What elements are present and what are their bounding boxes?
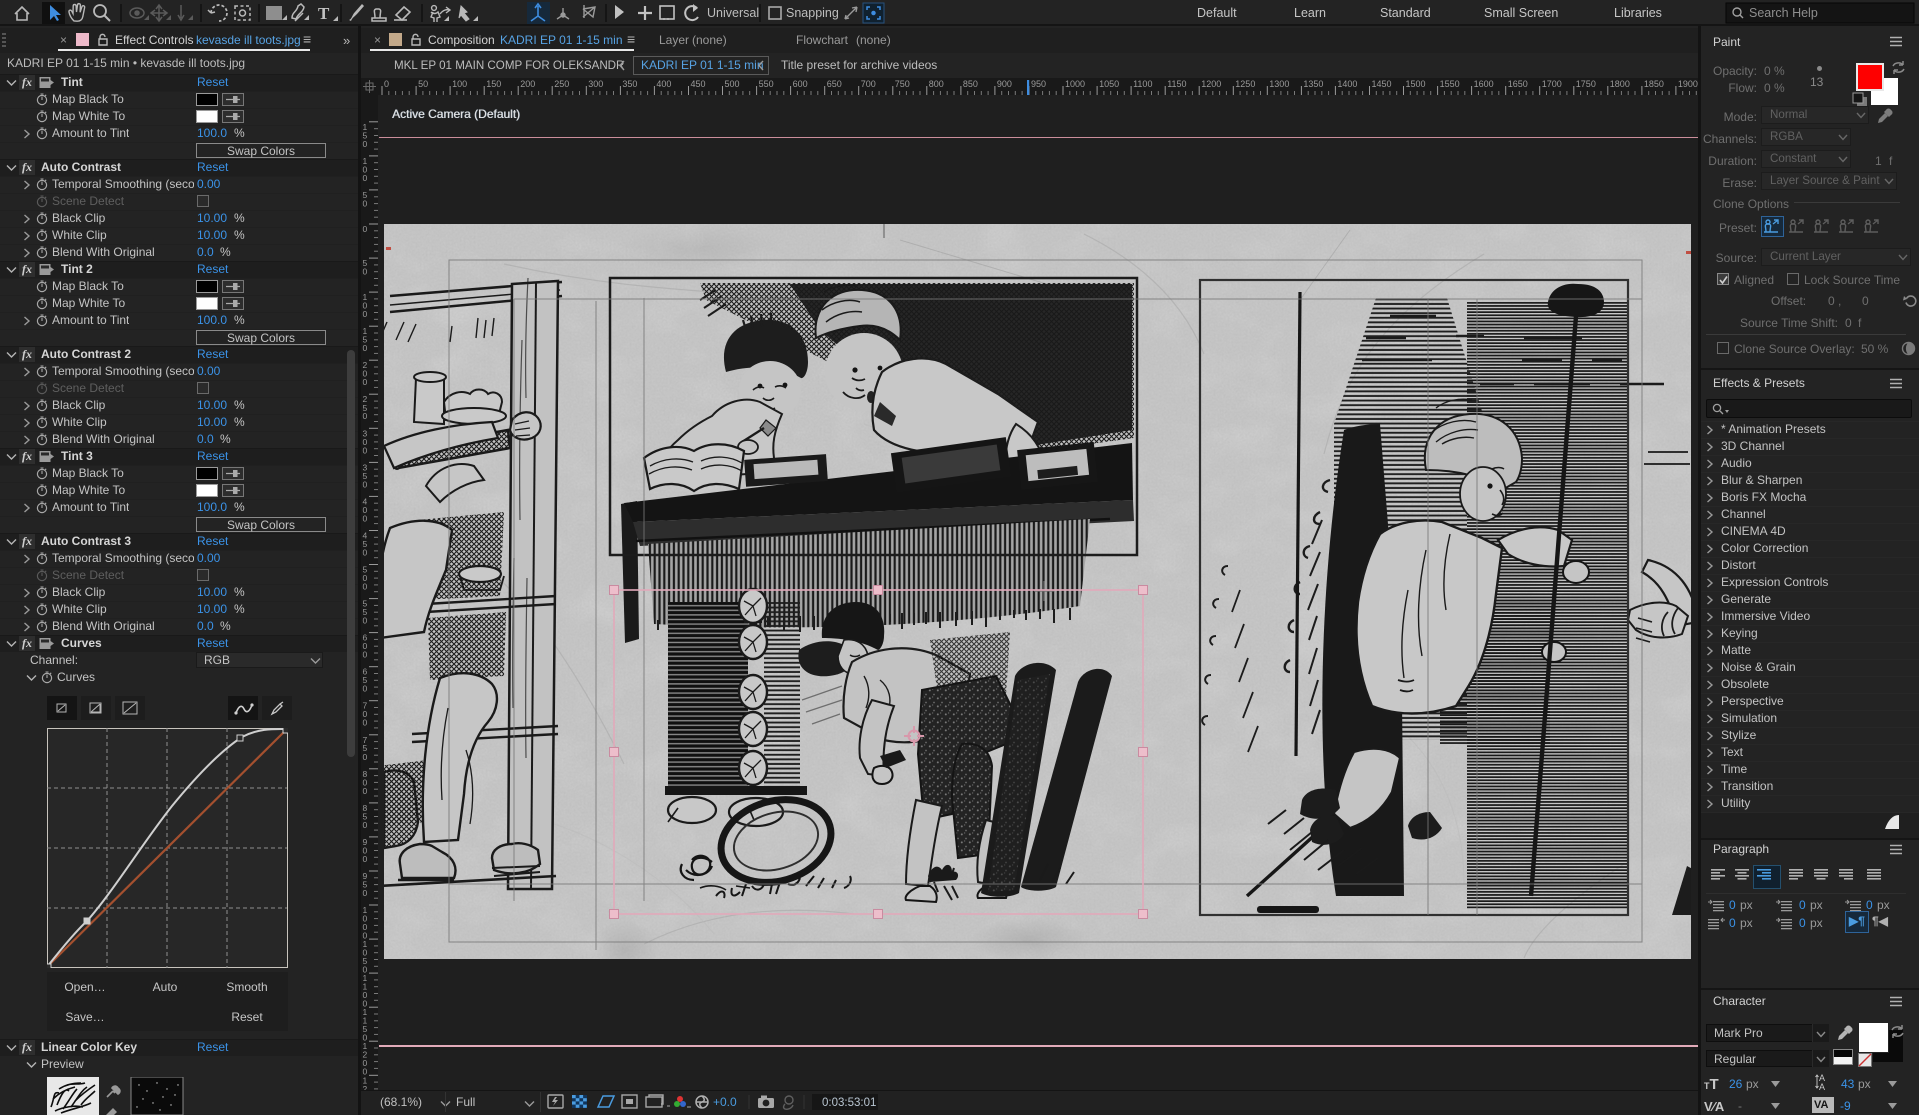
svg-text:0: 0 <box>363 267 368 277</box>
svg-text:1900: 1900 <box>1678 79 1698 89</box>
svg-text:0: 0 <box>363 650 368 660</box>
svg-text:0: 0 <box>363 786 368 796</box>
svg-text:750: 750 <box>895 79 910 89</box>
svg-text:650: 650 <box>827 79 842 89</box>
svg-text:Universal: Universal <box>707 6 759 20</box>
svg-text:1050: 1050 <box>1099 79 1119 89</box>
svg-text:0: 0 <box>363 718 368 728</box>
svg-text:0: 0 <box>363 173 368 183</box>
svg-text:0: 0 <box>363 198 368 208</box>
svg-text:50: 50 <box>418 79 428 89</box>
svg-text:0: 0 <box>363 224 368 234</box>
svg-text:1850: 1850 <box>1644 79 1664 89</box>
svg-text:700: 700 <box>861 79 876 89</box>
svg-text:1650: 1650 <box>1508 79 1528 89</box>
svg-text:0:03:53:01: 0:03:53:01 <box>822 1097 876 1109</box>
svg-text:0: 0 <box>363 411 368 421</box>
svg-text:Search Help: Search Help <box>1749 6 1818 20</box>
svg-text:1350: 1350 <box>1303 79 1323 89</box>
svg-text:0: 0 <box>363 820 368 830</box>
svg-text:300: 300 <box>588 79 603 89</box>
svg-text:1750: 1750 <box>1576 79 1596 89</box>
svg-text:400: 400 <box>656 79 671 89</box>
svg-text:1450: 1450 <box>1372 79 1392 89</box>
svg-text:0: 0 <box>363 582 368 592</box>
svg-text:0: 0 <box>363 343 368 353</box>
svg-text:1600: 1600 <box>1474 79 1494 89</box>
svg-text:1250: 1250 <box>1235 79 1255 89</box>
svg-text:Standard: Standard <box>1380 6 1431 20</box>
svg-text:1200: 1200 <box>1201 79 1221 89</box>
svg-text:450: 450 <box>691 79 706 89</box>
svg-text:Default: Default <box>1197 6 1237 20</box>
svg-text:800: 800 <box>929 79 944 89</box>
svg-text:0: 0 <box>384 79 389 89</box>
svg-text:+0.0: +0.0 <box>713 1095 737 1109</box>
svg-text:1500: 1500 <box>1406 79 1426 89</box>
svg-text:0: 0 <box>363 445 368 455</box>
svg-text:Small Screen: Small Screen <box>1484 6 1558 20</box>
svg-text:200: 200 <box>520 79 535 89</box>
svg-text:1550: 1550 <box>1440 79 1460 89</box>
svg-text:600: 600 <box>793 79 808 89</box>
svg-text:850: 850 <box>963 79 978 89</box>
svg-text:950: 950 <box>1031 79 1046 89</box>
svg-text:1150: 1150 <box>1167 79 1186 89</box>
svg-text:500: 500 <box>725 79 740 89</box>
svg-text:A: A <box>1819 1082 1825 1091</box>
svg-text:Snapping: Snapping <box>786 6 839 20</box>
svg-text:1800: 1800 <box>1610 79 1630 89</box>
svg-text:150: 150 <box>486 79 501 89</box>
svg-text:0: 0 <box>363 479 368 489</box>
svg-text:0: 0 <box>363 854 368 864</box>
svg-text:T: T <box>318 4 330 23</box>
svg-text:250: 250 <box>554 79 569 89</box>
svg-text:1300: 1300 <box>1269 79 1289 89</box>
svg-text:0: 0 <box>363 548 368 558</box>
svg-text:0: 0 <box>363 139 368 149</box>
svg-text:0: 0 <box>363 684 368 694</box>
svg-text:0: 0 <box>363 377 368 387</box>
svg-text:0: 0 <box>363 752 368 762</box>
svg-text:1400: 1400 <box>1337 79 1357 89</box>
svg-text:0: 0 <box>363 888 368 898</box>
svg-text:900: 900 <box>997 79 1012 89</box>
svg-text:0: 0 <box>363 616 368 626</box>
svg-text:1100: 1100 <box>1133 79 1152 89</box>
svg-text:100: 100 <box>452 79 467 89</box>
svg-text:0: 0 <box>363 309 368 319</box>
svg-text:Libraries: Libraries <box>1614 6 1662 20</box>
svg-text:550: 550 <box>759 79 774 89</box>
svg-text:1000: 1000 <box>1065 79 1085 89</box>
svg-text:Learn: Learn <box>1294 6 1326 20</box>
svg-text:1700: 1700 <box>1542 79 1562 89</box>
svg-text:0: 0 <box>363 513 368 523</box>
svg-text:350: 350 <box>622 79 637 89</box>
